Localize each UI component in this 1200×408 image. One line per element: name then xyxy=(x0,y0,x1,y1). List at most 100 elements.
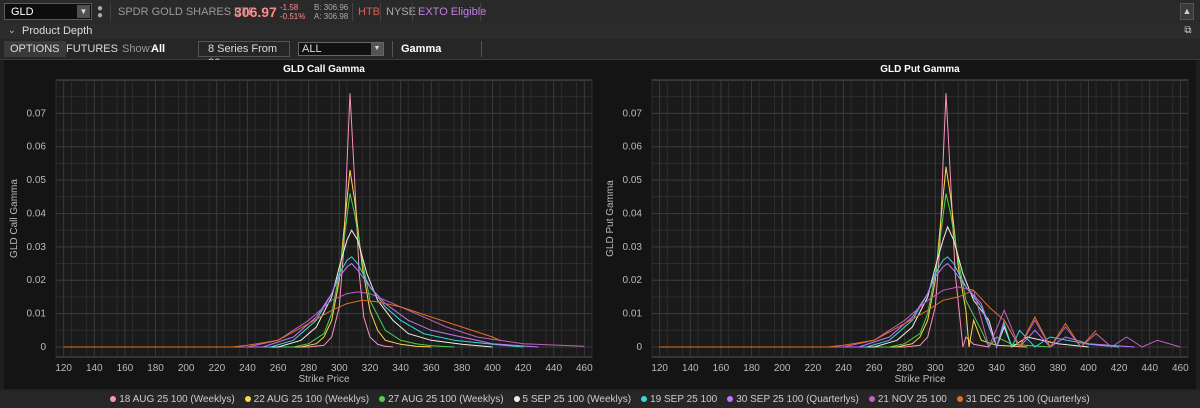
x-tick-label: 300 xyxy=(927,363,944,374)
divider xyxy=(110,3,111,21)
legend-item: 22 AUG 25 100 (Weeklys) xyxy=(244,393,370,405)
x-tick-label: 160 xyxy=(713,363,730,374)
collapse-chevron-icon[interactable]: ⌄ xyxy=(8,25,16,36)
product-depth-header[interactable]: ⌄ Product Depth ⧉ xyxy=(0,24,1200,39)
chevron-down-icon[interactable]: ▼ xyxy=(371,43,383,55)
x-tick-label: 120 xyxy=(55,363,72,374)
y-tick-label: 0.02 xyxy=(27,275,47,286)
plot-area xyxy=(55,79,593,358)
divider xyxy=(412,3,413,21)
chart-area: 120 140 160 180 200 220 240 260 280 300 320 340 360 3… xyxy=(4,60,1196,389)
filter-select[interactable]: ALL ▼ xyxy=(298,42,384,56)
x-tick-label: 140 xyxy=(86,363,103,374)
chevron-down-icon[interactable]: ▼ xyxy=(77,5,90,18)
tab-futures[interactable]: FUTURES xyxy=(60,41,124,57)
x-tick-label: 400 xyxy=(1080,363,1097,374)
y-tick-label: 0.06 xyxy=(27,142,47,153)
divider xyxy=(352,3,353,21)
filter-value: ALL xyxy=(302,43,322,55)
x-tick-label: 180 xyxy=(147,363,164,374)
legend-label: 30 SEP 25 100 (Quarterlys) xyxy=(736,393,859,405)
percent-change: -0.51% xyxy=(280,12,306,21)
ask-price: A: 306.98 xyxy=(314,12,349,21)
legend-dot-icon xyxy=(868,396,875,402)
chart-title: GLD Call Gamma xyxy=(283,64,365,75)
legend-dot-icon xyxy=(110,396,117,402)
x-tick-label: 440 xyxy=(1141,363,1158,374)
y-tick-label: 0.07 xyxy=(27,108,47,119)
control-bar: OPTIONS FUTURES Show: All 8 Series From … xyxy=(0,39,1200,69)
exto-badge: EXTO Eligible xyxy=(418,6,487,18)
legend-label: 31 DEC 25 100 (Quarterlys) xyxy=(965,393,1090,405)
x-tick-label: 200 xyxy=(774,363,791,374)
y-tick-label: 0.02 xyxy=(623,275,643,286)
divider xyxy=(480,3,481,21)
symbol-text: GLD xyxy=(11,6,34,18)
x-tick-label: 140 xyxy=(682,363,699,374)
put-gamma-chart: 120 140 160 180 200 220 240 260 280 300 320 340 360 3… xyxy=(605,64,1189,385)
y-tick-label: 0.01 xyxy=(27,309,47,320)
y-tick-label: 0.04 xyxy=(27,208,47,219)
x-tick-label: 200 xyxy=(178,363,195,374)
x-tick-label: 260 xyxy=(866,363,883,374)
symbol-input[interactable]: GLD ▼ xyxy=(4,3,92,20)
menu-icon[interactable]: ▲ xyxy=(1180,3,1194,20)
tab-options[interactable]: OPTIONS xyxy=(4,41,66,57)
x-tick-label: 240 xyxy=(835,363,852,374)
x-tick-label: 440 xyxy=(545,363,562,374)
y-tick-label: 0.05 xyxy=(623,175,643,186)
legend-label: 18 AUG 25 100 (Weeklys) xyxy=(119,393,235,405)
legend-dot-icon xyxy=(513,396,520,402)
last-price: 306.97 xyxy=(234,4,277,20)
popout-icon[interactable]: ⧉ xyxy=(1182,25,1194,37)
symbol-header: GLD ▼ ● ● SPDR GOLD SHARES ETF 306.97 -1.… xyxy=(0,0,1200,25)
x-tick-label: 260 xyxy=(270,363,287,374)
bid-price: B: 306.96 xyxy=(314,3,349,12)
link-icon[interactable]: ● ● xyxy=(96,4,104,21)
legend-item: 18 AUG 25 100 (Weeklys) xyxy=(110,393,235,405)
x-tick-label: 340 xyxy=(392,363,409,374)
bid-ask: B: 306.96 A: 306.98 xyxy=(314,3,348,21)
y-axis-label: GLD Put Gamma xyxy=(605,180,616,257)
series-selector[interactable]: 8 Series From 26 xyxy=(198,41,290,69)
x-tick-label: 180 xyxy=(743,363,760,374)
y-tick-label: 0.05 xyxy=(27,175,47,186)
x-tick-label: 240 xyxy=(239,363,256,374)
y-axis-label: GLD Call Gamma xyxy=(9,179,20,258)
legend-dot-icon xyxy=(727,396,734,402)
legend-item: 5 SEP 25 100 (Weeklys) xyxy=(513,394,631,405)
x-tick-label: 360 xyxy=(423,363,440,374)
price-change: -1.58 -0.51% xyxy=(280,3,305,21)
legend-label: 19 SEP 25 100 xyxy=(650,393,718,405)
show-label: Show: xyxy=(122,43,153,55)
x-axis-label: Strike Price xyxy=(894,374,946,385)
y-tick-label: 0.03 xyxy=(27,242,47,253)
x-tick-label: 280 xyxy=(300,363,317,374)
legend-item: 21 NOV 25 100 xyxy=(868,394,947,405)
legend-dot-icon xyxy=(641,396,648,402)
show-value[interactable]: All xyxy=(151,43,165,55)
net-change: -1.58 xyxy=(280,3,299,12)
x-tick-label: 220 xyxy=(804,363,821,374)
x-tick-label: 120 xyxy=(651,363,668,374)
x-tick-label: 460 xyxy=(1172,363,1189,374)
x-tick-label: 360 xyxy=(1019,363,1036,374)
x-tick-label: 220 xyxy=(208,363,225,374)
legend-item: 19 SEP 25 100 xyxy=(641,394,717,405)
x-tick-label: 320 xyxy=(362,363,379,374)
htb-badge: HTB xyxy=(358,6,380,18)
section-title: Product Depth xyxy=(22,25,93,37)
x-tick-label: 420 xyxy=(515,363,532,374)
chart-legend: 18 AUG 25 100 (Weeklys) 22 AUG 25 100 (We… xyxy=(0,390,1200,408)
legend-item: 30 SEP 25 100 (Quarterlys) xyxy=(727,394,859,405)
legend-dot-icon xyxy=(379,396,386,402)
legend-dot-icon xyxy=(956,396,963,402)
y-tick-label: 0.07 xyxy=(623,108,643,119)
x-tick-label: 300 xyxy=(331,363,348,374)
y-tick-label: 0 xyxy=(636,342,642,353)
legend-label: 22 AUG 25 100 (Weeklys) xyxy=(253,393,370,405)
greek-selector[interactable]: Gamma xyxy=(392,41,482,57)
y-tick-label: 0.04 xyxy=(623,208,643,219)
x-tick-label: 340 xyxy=(988,363,1005,374)
chart-title: GLD Put Gamma xyxy=(880,64,960,75)
